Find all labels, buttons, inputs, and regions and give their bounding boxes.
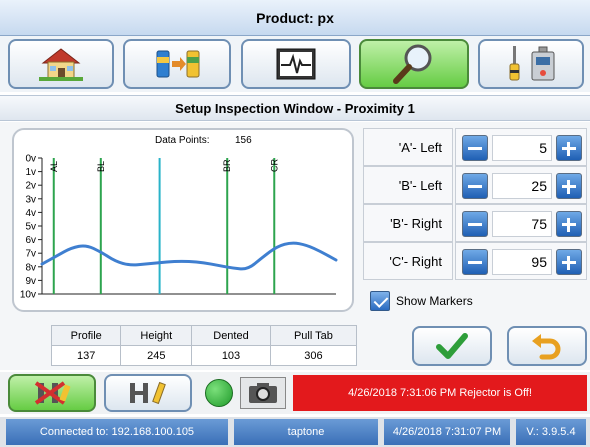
- data-points-label: Data Points:: [155, 135, 210, 146]
- decrement-b-left-button[interactable]: [462, 173, 488, 199]
- increment-c-right-button[interactable]: [556, 249, 582, 275]
- tools-button[interactable]: [478, 39, 584, 89]
- stats-header: Pull Tab: [269, 325, 358, 346]
- inspect-button[interactable]: [359, 39, 469, 89]
- param-label-a-left: 'A'- Left: [363, 128, 453, 166]
- stats-value-row: 137 245 103 306: [50, 345, 358, 366]
- b-left-value[interactable]: 25: [492, 173, 552, 199]
- stats-value: 245: [120, 345, 193, 366]
- y-tick-label: 1v: [25, 167, 36, 178]
- increment-b-left-button[interactable]: [556, 173, 582, 199]
- monitor-button[interactable]: [241, 39, 351, 89]
- param-row-b-left: 'B'- Left 25: [363, 166, 587, 204]
- reject-icon: [34, 381, 71, 405]
- param-row-c-right: 'C'- Right 95: [363, 242, 587, 280]
- nav-toolbar: [0, 36, 590, 92]
- h-pencil-icon: [130, 381, 166, 405]
- show-markers-toggle[interactable]: Show Markers: [370, 290, 510, 312]
- panel-title: Setup Inspection Window - Proximity 1: [0, 95, 590, 121]
- plus-icon-vertical: [567, 180, 570, 194]
- y-tick-label: 8v: [25, 262, 36, 273]
- datetime: 4/26/2018 7:31:07 PM: [384, 419, 510, 445]
- rejector-alert: 4/26/2018 7:31:06 PM Rejector is Off!: [293, 375, 587, 411]
- c-right-value[interactable]: 95: [492, 249, 552, 275]
- param-label-c-right: 'C'- Right: [363, 242, 453, 280]
- series-group: [40, 241, 338, 271]
- connection-status: Connected to: 192.168.100.105: [6, 419, 228, 445]
- param-label-b-right: 'B'- Right: [363, 204, 453, 242]
- app-name: taptone: [234, 419, 378, 445]
- y-tick-label: 10v: [20, 290, 36, 301]
- data-points-value: 156: [235, 135, 252, 146]
- decrement-a-left-button[interactable]: [462, 135, 488, 161]
- y-tick-label: 3v: [25, 194, 36, 205]
- y-tick-label: 2v: [25, 181, 36, 192]
- marker-label: BL: [96, 161, 106, 172]
- a-left-value[interactable]: 5: [492, 135, 552, 161]
- window-title: Product: px: [0, 0, 590, 36]
- b-right-value[interactable]: 75: [492, 211, 552, 237]
- waveform-monitor-icon: [276, 48, 316, 80]
- increment-a-left-button[interactable]: [556, 135, 582, 161]
- plus-icon-vertical: [567, 218, 570, 232]
- minus-icon: [468, 223, 482, 226]
- decrement-c-right-button[interactable]: [462, 249, 488, 275]
- stats-header: Height: [120, 325, 193, 346]
- stats-header: Dented: [191, 325, 271, 346]
- y-tick-label: 7v: [25, 249, 36, 260]
- profile-chart: 0v 1v 2v 3v 4v 5v 6v 7v 8v 9v 10v AL BL BR CR: [20, 154, 338, 301]
- edit-history-button[interactable]: [104, 374, 192, 412]
- param-stepper-b-left: 25: [455, 166, 587, 204]
- param-label-b-left: 'B'- Left: [363, 166, 453, 204]
- decrement-b-right-button[interactable]: [462, 211, 488, 237]
- y-tick-label: 9v: [25, 276, 36, 287]
- y-tick-label: 6v: [25, 235, 36, 246]
- house-icon: [39, 48, 83, 81]
- accept-button[interactable]: [412, 326, 492, 366]
- transfer-button[interactable]: [123, 39, 231, 89]
- marker-label: BR: [222, 159, 232, 172]
- home-button[interactable]: [8, 39, 114, 89]
- camera-icon: [249, 383, 277, 403]
- checkmark-icon: [436, 333, 468, 359]
- series-line: [40, 241, 338, 271]
- param-stepper-c-right: 95: [455, 242, 587, 280]
- minus-icon: [468, 185, 482, 188]
- stats-value: 103: [191, 345, 271, 366]
- stats-value: 137: [50, 345, 122, 366]
- can-transfer-icon: [156, 50, 200, 78]
- marker-lines: AL BL BR CR: [49, 158, 279, 294]
- param-stepper-a-left: 5: [455, 128, 587, 166]
- stats-value: 306: [269, 345, 358, 366]
- y-tick-label: 0v: [25, 154, 36, 165]
- status-bar: Connected to: 192.168.100.105 taptone 4/…: [0, 417, 590, 447]
- y-tick-label: 5v: [25, 222, 36, 233]
- camera-button[interactable]: [240, 377, 286, 409]
- param-row-b-right: 'B'- Right 75: [363, 204, 587, 242]
- screwdriver-device-icon: [509, 46, 555, 81]
- undo-arrow-icon: [532, 334, 561, 360]
- marker-label: AL: [49, 161, 59, 172]
- magnifier-icon: [393, 44, 432, 84]
- show-markers-label: Show Markers: [396, 294, 473, 308]
- version: V.: 3.9.5.4: [516, 419, 586, 445]
- plus-icon-vertical: [567, 256, 570, 270]
- stats-header: Profile: [50, 325, 122, 346]
- undo-button[interactable]: [507, 326, 587, 366]
- param-row-a-left: 'A'- Left 5: [363, 128, 587, 166]
- minus-icon: [468, 261, 482, 264]
- stats-header-row: Profile Height Dented Pull Tab: [50, 325, 358, 346]
- show-markers-checkbox[interactable]: [370, 291, 390, 311]
- param-stepper-b-right: 75: [455, 204, 587, 242]
- increment-b-right-button[interactable]: [556, 211, 582, 237]
- y-axis: 0v 1v 2v 3v 4v 5v 6v 7v 8v 9v 10v: [20, 154, 336, 301]
- reject-reset-button[interactable]: [8, 374, 96, 412]
- plus-icon-vertical: [567, 142, 570, 156]
- minus-icon: [468, 147, 482, 150]
- stats-table: Profile Height Dented Pull Tab 137 245 1…: [50, 325, 358, 366]
- marker-label: CR: [269, 159, 279, 172]
- y-tick-label: 4v: [25, 208, 36, 219]
- status-indicator: [205, 379, 233, 407]
